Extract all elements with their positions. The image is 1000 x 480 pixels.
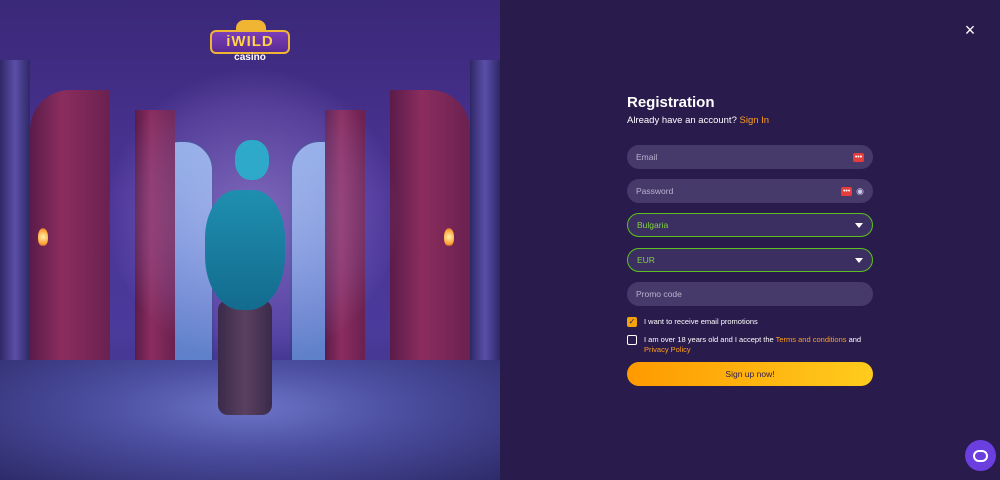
currency-value: EUR	[637, 255, 655, 265]
privacy-link[interactable]: Privacy Policy	[644, 345, 691, 354]
promotions-checkbox[interactable]: ✓	[627, 317, 637, 327]
signin-link[interactable]: Sign In	[740, 115, 770, 126]
chat-bubble-glyph	[973, 449, 988, 462]
password-placeholder: Password	[636, 186, 674, 196]
chat-icon[interactable]	[965, 440, 996, 471]
terms-prefix: I am over 18 years old and I accept the	[644, 335, 774, 344]
signup-button[interactable]: Sign up now!	[627, 362, 873, 386]
registration-panel	[500, 0, 1000, 480]
wall-lamp-left	[38, 228, 48, 246]
autofill-icon[interactable]: •••	[841, 186, 853, 196]
password-field[interactable]: Password ••• ◉	[627, 179, 873, 203]
terms-link[interactable]: Terms and conditions	[776, 335, 847, 344]
close-icon[interactable]: ×	[961, 21, 979, 39]
promo-code-field[interactable]: Promo code	[627, 282, 873, 306]
terms-checkbox-row[interactable]: I am over 18 years old and I accept the …	[627, 335, 867, 355]
country-select[interactable]: Bulgaria	[627, 213, 873, 237]
terms-and: and	[848, 335, 862, 344]
currency-select[interactable]: EUR	[627, 248, 873, 272]
email-field[interactable]: Email •••	[627, 145, 873, 169]
promotions-label: I want to receive email promotions	[644, 317, 758, 326]
chevron-down-icon	[855, 222, 863, 228]
chevron-down-icon	[855, 257, 863, 263]
signin-prompt-text: Already have an account?	[627, 115, 737, 126]
logo-text: iWILD	[210, 30, 290, 54]
country-value: Bulgaria	[637, 220, 669, 230]
eye-icon[interactable]: ◉	[856, 186, 864, 197]
page-title: Registration	[627, 94, 715, 111]
column-left	[0, 60, 30, 360]
column-right	[470, 60, 500, 360]
wall-lamp-right	[444, 228, 454, 246]
hero-illustration: iWILD casino	[0, 0, 500, 480]
brand-logo[interactable]: iWILD casino	[210, 20, 290, 66]
terms-checkbox[interactable]	[627, 335, 637, 345]
email-placeholder: Email	[636, 152, 658, 162]
logo-subtext: casino	[234, 52, 266, 63]
promo-placeholder: Promo code	[636, 289, 682, 299]
terms-label: I am over 18 years old and I accept the …	[644, 335, 867, 355]
character-dress	[205, 190, 285, 310]
curtain-right	[390, 90, 470, 370]
character-legs	[218, 300, 272, 415]
character-head	[235, 140, 269, 180]
signin-prompt: Already have an account? Sign In	[627, 115, 769, 126]
promotions-checkbox-row[interactable]: ✓ I want to receive email promotions	[627, 317, 758, 327]
autofill-icon[interactable]: •••	[853, 152, 864, 162]
